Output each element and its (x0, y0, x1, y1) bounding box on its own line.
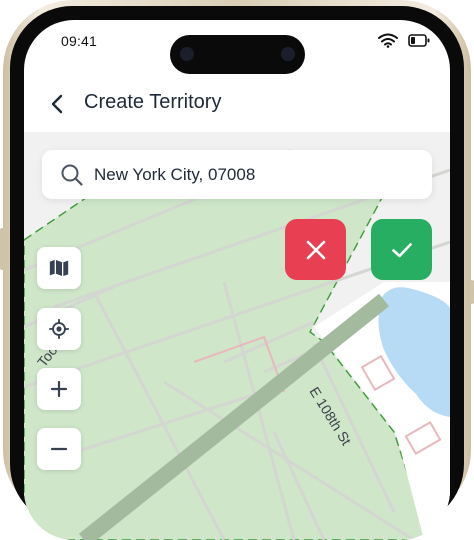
search-input[interactable] (92, 163, 416, 186)
search-bar[interactable] (42, 150, 432, 199)
status-icons (378, 33, 430, 48)
search-icon (61, 164, 83, 186)
dynamic-island (170, 35, 305, 74)
camera-dot (180, 47, 194, 61)
status-time: 09:41 (61, 33, 98, 49)
plus-icon (50, 380, 68, 398)
app-header: Create Territory (24, 82, 450, 133)
zoom-out-button[interactable] (37, 428, 81, 470)
map-view[interactable]: E 108th St Tood Rd (24, 132, 450, 540)
locate-button[interactable] (37, 308, 81, 350)
camera-dot (281, 47, 295, 61)
cancel-button[interactable] (285, 219, 346, 280)
wifi-icon (378, 33, 398, 48)
battery-icon (408, 34, 430, 47)
page-title: Create Territory (84, 91, 222, 113)
volume-button (0, 228, 6, 270)
back-arrow-icon[interactable] (46, 92, 70, 116)
crosshair-icon (48, 318, 70, 340)
confirm-button[interactable] (371, 219, 432, 280)
phone-screen: 09:41 Create Territory E 108th St Tood N… (24, 20, 450, 540)
check-icon (391, 242, 412, 257)
map-layers-button[interactable] (37, 247, 81, 289)
minus-icon (50, 447, 68, 451)
map-icon (49, 259, 69, 277)
zoom-in-button[interactable] (37, 368, 81, 410)
power-button (468, 280, 474, 304)
close-icon (306, 240, 325, 259)
